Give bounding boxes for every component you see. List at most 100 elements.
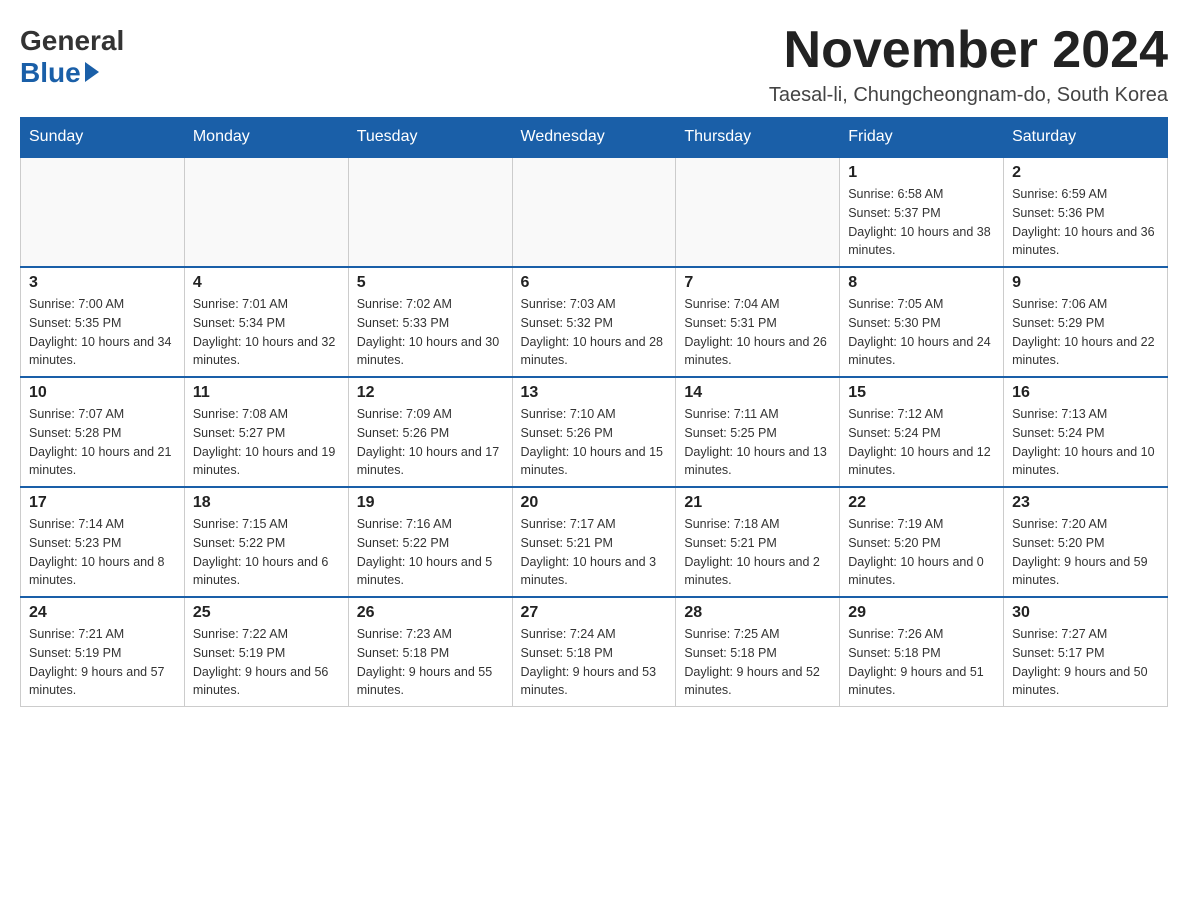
day-info: Sunrise: 7:06 AMSunset: 5:29 PMDaylight:… <box>1012 295 1159 370</box>
calendar-cell: 1Sunrise: 6:58 AMSunset: 5:37 PMDaylight… <box>840 157 1004 267</box>
calendar-cell: 17 Sunrise: 7:14 AMSunset: 5:23 PMDayligh… <box>21 487 185 597</box>
calendar-cell: 21Sunrise: 7:18 AMSunset: 5:21 PMDayligh… <box>676 487 840 597</box>
calendar-cell: 20 Sunrise: 7:17 AMSunset: 5:21 PMDayligh… <box>512 487 676 597</box>
day-number: 17 <box>29 494 176 512</box>
calendar-body: 1Sunrise: 6:58 AMSunset: 5:37 PMDaylight… <box>21 157 1168 707</box>
calendar-cell: 4Sunrise: 7:01 AMSunset: 5:34 PMDaylight… <box>184 267 348 377</box>
calendar-cell: 12 Sunrise: 7:09 AMSunset: 5:26 PMDayligh… <box>348 377 512 487</box>
day-info: Sunrise: 7:20 AMSunset: 5:20 PMDaylight:… <box>1012 515 1159 590</box>
calendar-header-thursday: Thursday <box>676 118 840 158</box>
day-number: 1 <box>848 164 995 182</box>
calendar-header-tuesday: Tuesday <box>348 118 512 158</box>
header: General Blue November 2024 Taesal-li, Ch… <box>20 20 1168 107</box>
calendar-cell: 23 Sunrise: 7:20 AMSunset: 5:20 PMDayligh… <box>1004 487 1168 597</box>
day-info: Sunrise: 7:14 AMSunset: 5:23 PMDaylight:… <box>29 515 176 590</box>
calendar-cell: 25Sunrise: 7:22 AMSunset: 5:19 PMDayligh… <box>184 597 348 707</box>
title-area: November 2024 Taesal-li, Chungcheongnam-… <box>769 20 1168 107</box>
day-number: 12 <box>357 384 504 402</box>
day-number: 29 <box>848 604 995 622</box>
calendar-week-2: 3 Sunrise: 7:00 AMSunset: 5:35 PMDaylight… <box>21 267 1168 377</box>
calendar-cell: 11Sunrise: 7:08 AMSunset: 5:27 PMDayligh… <box>184 377 348 487</box>
day-info: Sunrise: 7:10 AMSunset: 5:26 PMDaylight:… <box>521 405 668 480</box>
calendar-week-3: 10 Sunrise: 7:07 AMSunset: 5:28 PMDayligh… <box>21 377 1168 487</box>
day-number: 10 <box>29 384 176 402</box>
day-info: Sunrise: 7:19 AMSunset: 5:20 PMDaylight:… <box>848 515 995 590</box>
logo-blue-text: Blue <box>20 57 99 89</box>
calendar-cell: 27Sunrise: 7:24 AMSunset: 5:18 PMDayligh… <box>512 597 676 707</box>
day-info: Sunrise: 7:21 AMSunset: 5:19 PMDaylight:… <box>29 625 176 700</box>
day-number: 26 <box>357 604 504 622</box>
day-number: 28 <box>684 604 831 622</box>
day-number: 11 <box>193 384 340 402</box>
calendar-cell: 2 Sunrise: 6:59 AMSunset: 5:36 PMDaylight… <box>1004 157 1168 267</box>
calendar-cell: 28 Sunrise: 7:25 AMSunset: 5:18 PMDayligh… <box>676 597 840 707</box>
day-number: 20 <box>521 494 668 512</box>
day-info: Sunrise: 7:03 AMSunset: 5:32 PMDaylight:… <box>521 295 668 370</box>
calendar-cell: 14 Sunrise: 7:11 AMSunset: 5:25 PMDayligh… <box>676 377 840 487</box>
month-title: November 2024 <box>769 20 1168 80</box>
calendar-cell <box>184 157 348 267</box>
day-number: 16 <box>1012 384 1159 402</box>
day-info: Sunrise: 7:25 AMSunset: 5:18 PMDaylight:… <box>684 625 831 700</box>
day-number: 5 <box>357 274 504 292</box>
calendar-cell: 19 Sunrise: 7:16 AMSunset: 5:22 PMDayligh… <box>348 487 512 597</box>
day-info: Sunrise: 7:07 AMSunset: 5:28 PMDaylight:… <box>29 405 176 480</box>
day-info: Sunrise: 7:26 AMSunset: 5:18 PMDaylight:… <box>848 625 995 700</box>
day-number: 19 <box>357 494 504 512</box>
day-info: Sunrise: 7:00 AMSunset: 5:35 PMDaylight:… <box>29 295 176 370</box>
day-info: Sunrise: 7:05 AMSunset: 5:30 PMDaylight:… <box>848 295 995 370</box>
day-info: Sunrise: 7:27 AMSunset: 5:17 PMDaylight:… <box>1012 625 1159 700</box>
calendar-cell: 30Sunrise: 7:27 AMSunset: 5:17 PMDayligh… <box>1004 597 1168 707</box>
day-number: 13 <box>521 384 668 402</box>
calendar-cell: 15 Sunrise: 7:12 AMSunset: 5:24 PMDayligh… <box>840 377 1004 487</box>
calendar-week-5: 24Sunrise: 7:21 AMSunset: 5:19 PMDayligh… <box>21 597 1168 707</box>
calendar-cell: 10 Sunrise: 7:07 AMSunset: 5:28 PMDayligh… <box>21 377 185 487</box>
day-info: Sunrise: 7:11 AMSunset: 5:25 PMDaylight:… <box>684 405 831 480</box>
day-number: 3 <box>29 274 176 292</box>
logo-general-text: General <box>20 25 124 57</box>
day-number: 15 <box>848 384 995 402</box>
day-info: Sunrise: 7:09 AMSunset: 5:26 PMDaylight:… <box>357 405 504 480</box>
day-info: Sunrise: 7:17 AMSunset: 5:21 PMDaylight:… <box>521 515 668 590</box>
day-info: Sunrise: 6:59 AMSunset: 5:36 PMDaylight:… <box>1012 185 1159 260</box>
day-number: 4 <box>193 274 340 292</box>
calendar-cell: 7 Sunrise: 7:04 AMSunset: 5:31 PMDaylight… <box>676 267 840 377</box>
calendar-cell: 5 Sunrise: 7:02 AMSunset: 5:33 PMDaylight… <box>348 267 512 377</box>
day-info: Sunrise: 7:24 AMSunset: 5:18 PMDaylight:… <box>521 625 668 700</box>
calendar-cell: 24Sunrise: 7:21 AMSunset: 5:19 PMDayligh… <box>21 597 185 707</box>
calendar-week-4: 17 Sunrise: 7:14 AMSunset: 5:23 PMDayligh… <box>21 487 1168 597</box>
day-number: 14 <box>684 384 831 402</box>
calendar-header-friday: Friday <box>840 118 1004 158</box>
day-number: 7 <box>684 274 831 292</box>
calendar-cell: 16Sunrise: 7:13 AMSunset: 5:24 PMDayligh… <box>1004 377 1168 487</box>
calendar-cell: 29 Sunrise: 7:26 AMSunset: 5:18 PMDayligh… <box>840 597 1004 707</box>
calendar: SundayMondayTuesdayWednesdayThursdayFrid… <box>20 117 1168 707</box>
calendar-week-1: 1Sunrise: 6:58 AMSunset: 5:37 PMDaylight… <box>21 157 1168 267</box>
calendar-cell: 9 Sunrise: 7:06 AMSunset: 5:29 PMDaylight… <box>1004 267 1168 377</box>
calendar-cell: 8Sunrise: 7:05 AMSunset: 5:30 PMDaylight… <box>840 267 1004 377</box>
calendar-header-row: SundayMondayTuesdayWednesdayThursdayFrid… <box>21 118 1168 158</box>
calendar-header-saturday: Saturday <box>1004 118 1168 158</box>
calendar-cell: 26 Sunrise: 7:23 AMSunset: 5:18 PMDayligh… <box>348 597 512 707</box>
calendar-cell: 6 Sunrise: 7:03 AMSunset: 5:32 PMDaylight… <box>512 267 676 377</box>
calendar-cell: 22Sunrise: 7:19 AMSunset: 5:20 PMDayligh… <box>840 487 1004 597</box>
day-info: Sunrise: 7:16 AMSunset: 5:22 PMDaylight:… <box>357 515 504 590</box>
calendar-cell: 3 Sunrise: 7:00 AMSunset: 5:35 PMDaylight… <box>21 267 185 377</box>
day-number: 2 <box>1012 164 1159 182</box>
day-info: Sunrise: 7:02 AMSunset: 5:33 PMDaylight:… <box>357 295 504 370</box>
day-info: Sunrise: 7:23 AMSunset: 5:18 PMDaylight:… <box>357 625 504 700</box>
day-info: Sunrise: 7:12 AMSunset: 5:24 PMDaylight:… <box>848 405 995 480</box>
location-title: Taesal-li, Chungcheongnam-do, South Kore… <box>769 84 1168 107</box>
day-info: Sunrise: 7:15 AMSunset: 5:22 PMDaylight:… <box>193 515 340 590</box>
calendar-header-sunday: Sunday <box>21 118 185 158</box>
logo-arrow-icon <box>85 62 99 82</box>
calendar-cell <box>512 157 676 267</box>
day-number: 18 <box>193 494 340 512</box>
day-number: 21 <box>684 494 831 512</box>
day-number: 9 <box>1012 274 1159 292</box>
day-number: 6 <box>521 274 668 292</box>
calendar-cell <box>348 157 512 267</box>
calendar-header-wednesday: Wednesday <box>512 118 676 158</box>
day-number: 23 <box>1012 494 1159 512</box>
day-info: Sunrise: 7:04 AMSunset: 5:31 PMDaylight:… <box>684 295 831 370</box>
